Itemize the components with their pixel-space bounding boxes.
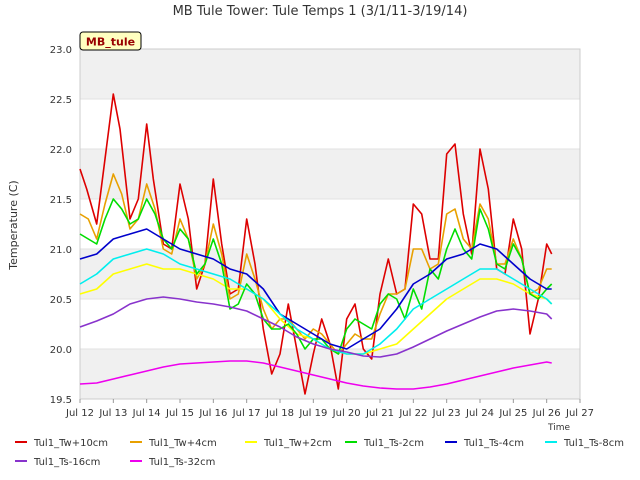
- legend-item: Tul1_Tw+2cm: [245, 438, 332, 449]
- legend-label: Tul1_Tw+10cm: [33, 438, 108, 449]
- legend-item: Tul1_Ts-2cm: [345, 438, 424, 449]
- x-tick-label: Jul 16: [198, 408, 227, 419]
- x-tick-label: Jul 23: [432, 408, 461, 419]
- legend-item: Tul1_Ts-4cm: [445, 438, 524, 449]
- x-tick-label: Jul 14: [132, 408, 161, 419]
- y-tick-label: 21.5: [50, 195, 72, 206]
- x-tick-label: Jul 20: [332, 408, 361, 419]
- x-axis-label: Time: [547, 423, 570, 433]
- legend-label: Tul1_Ts-16cm: [33, 457, 100, 468]
- y-tick-label: 22.5: [50, 95, 72, 106]
- legend-item: Tul1_Ts-8cm: [545, 438, 624, 449]
- x-tick-label: Jul 24: [465, 408, 494, 419]
- station-tag-label: MB_tule: [86, 36, 135, 49]
- legend-label: Tul1_Ts-2cm: [363, 438, 424, 449]
- plot-band: [80, 49, 580, 99]
- legend-item: Tul1_Ts-32cm: [130, 457, 215, 468]
- legend-label: Tul1_Ts-4cm: [463, 438, 524, 449]
- legend-item: Tul1_Tw+4cm: [130, 438, 217, 449]
- plot-band: [80, 99, 580, 149]
- x-tick-label: Jul 13: [98, 408, 127, 419]
- x-tick-label: Jul 22: [398, 408, 427, 419]
- x-tick-label: Jul 21: [365, 408, 394, 419]
- y-tick-label: 23.0: [50, 45, 72, 56]
- x-tick-label: Jul 27: [565, 408, 594, 419]
- chart: 19.5 20.0 20.5 21.0 21.5 22.0 22.5 23.0 Jul 12 Ju…: [7, 4, 624, 468]
- legend-label: Tul1_Ts-32cm: [148, 457, 215, 468]
- legend-item: Tul1_Tw+10cm: [15, 438, 108, 449]
- y-tick-label: 19.5: [50, 395, 72, 406]
- legend-label: Tul1_Tw+2cm: [263, 438, 332, 449]
- x-tick-label: Jul 12: [65, 408, 94, 419]
- y-tick-label: 22.0: [50, 145, 72, 156]
- x-tick-label: Jul 19: [298, 408, 327, 419]
- legend-label: Tul1_Tw+4cm: [148, 438, 217, 449]
- legend-label: Tul1_Ts-8cm: [563, 438, 624, 449]
- x-tick-label: Jul 25: [498, 408, 527, 419]
- legend-item: Tul1_Ts-16cm: [15, 457, 100, 468]
- chart-title: MB Tule Tower: Tule Temps 1 (3/1/11-3/19…: [173, 4, 468, 19]
- station-tag: MB_tule: [79, 31, 142, 51]
- x-tick-label: Jul 18: [265, 408, 294, 419]
- legend: Tul1_Tw+10cm Tul1_Tw+4cm Tul1_Tw+2cm Tul1_T…: [15, 438, 624, 468]
- y-tick-label: 21.0: [50, 245, 72, 256]
- y-tick-label: 20.5: [50, 295, 72, 306]
- plot-band: [80, 349, 580, 399]
- x-tick-label: Jul 17: [232, 408, 261, 419]
- y-axis-label: Temperature (C): [7, 180, 20, 270]
- x-tick-label: Jul 15: [165, 408, 194, 419]
- x-tick-label: Jul 26: [532, 408, 561, 419]
- y-tick-label: 20.0: [50, 345, 72, 356]
